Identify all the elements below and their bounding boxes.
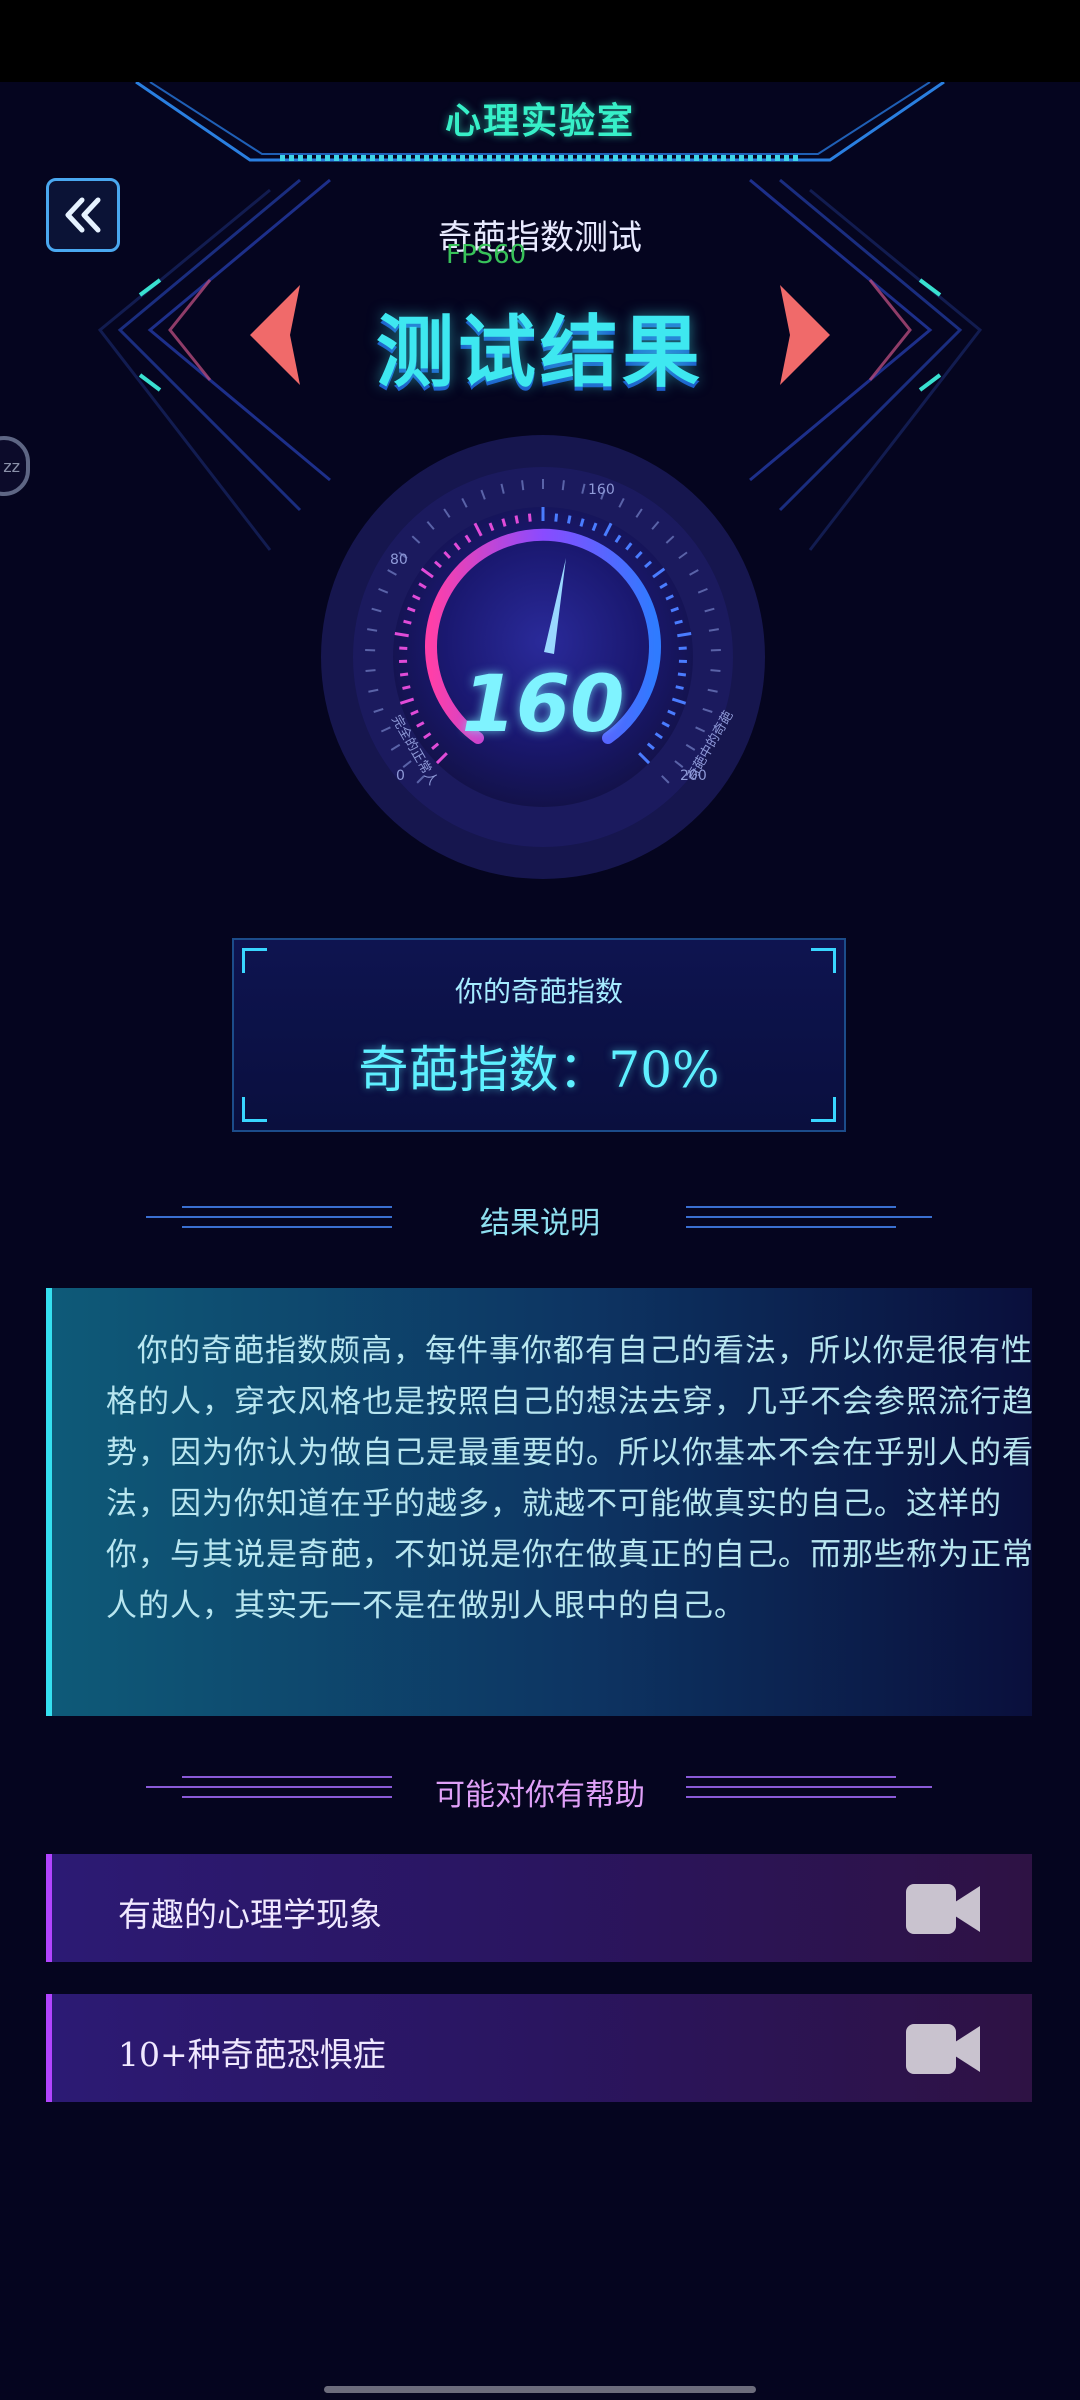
gauge-value: 160 xyxy=(461,660,625,750)
gauge-tick-mark xyxy=(674,619,683,625)
gauge-outer-tick xyxy=(561,480,565,491)
gauge-tick-mark xyxy=(399,646,408,650)
gauge-tick-mark xyxy=(554,513,559,522)
score-text: 奇葩指数：70% xyxy=(358,1041,720,1099)
score-gauge: 0 80 160 200 完全的正常人 奇葩中的奇葩 xyxy=(321,435,765,879)
header-title: 心理实验室 xyxy=(444,101,635,142)
result-section-heading: 结果说明 xyxy=(480,1206,600,1241)
score-label: 你的奇葩指数 xyxy=(454,975,623,1008)
test-name: 奇葩指数测试 xyxy=(438,218,642,258)
gauge-tick-160: 160 xyxy=(588,482,615,498)
help-item-phobias[interactable]: 10+种奇葩恐惧症 xyxy=(46,1994,1032,2102)
gauge-tick-mark xyxy=(678,646,687,650)
gauge-tick-mark xyxy=(527,513,532,522)
fps-overlay: FPS60 xyxy=(446,240,527,270)
help-item-psychology-phenomena[interactable]: 有趣的心理学现象 xyxy=(46,1854,1032,1962)
result-description-text: 你的奇葩指数颇高，每件事你都有自己的看法，所以你是很有性格的人，穿衣风格也是按照… xyxy=(106,1333,1034,1624)
gauge-outer-tick xyxy=(521,480,525,491)
video-camera-icon xyxy=(906,2024,980,2074)
gauge-tick-0: 0 xyxy=(396,768,405,784)
result-description-card: 你的奇葩指数颇高，每件事你都有自己的看法，所以你是很有性格的人，穿衣风格也是按照… xyxy=(46,1288,1033,1716)
score-box: 你的奇葩指数 奇葩指数：70% xyxy=(232,938,846,1132)
help-section-heading: 可能对你有帮助 xyxy=(435,1778,645,1813)
gauge-tick-mark xyxy=(567,515,572,524)
gauge-tick-mark xyxy=(514,515,519,524)
video-camera-icon xyxy=(906,1884,980,1934)
result-title: 测试结果 xyxy=(375,308,704,398)
gauge-tick-80: 80 xyxy=(390,552,408,568)
help-item-label: 有趣的心理学现象 xyxy=(118,1895,382,1934)
status-bar xyxy=(0,0,1080,82)
home-indicator[interactable] xyxy=(324,2386,756,2393)
help-item-label: 10+种奇葩恐惧症 xyxy=(118,2035,386,2074)
gauge-tick-mark xyxy=(403,619,412,625)
